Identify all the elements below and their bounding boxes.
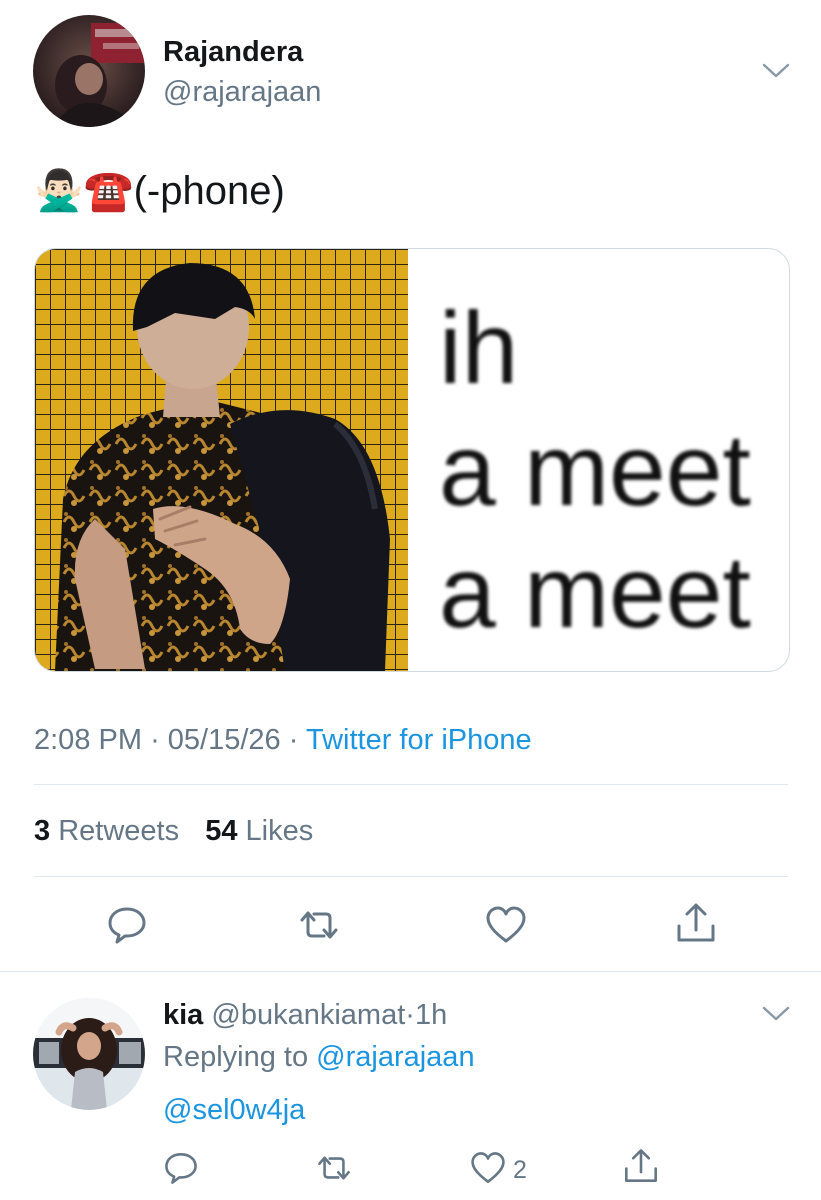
heart-icon	[469, 1150, 507, 1191]
separator-dot: ·	[288, 724, 299, 756]
chevron-down-icon[interactable]	[762, 1005, 790, 1028]
retweets-label: Retweets	[58, 815, 180, 847]
retweet-button[interactable]	[296, 904, 342, 951]
reply-retweet-button[interactable]	[314, 1150, 354, 1191]
reply-author-avatar[interactable]	[33, 998, 145, 1110]
reply-like-count: 2	[513, 1156, 527, 1184]
replying-to-link[interactable]: @rajarajaan	[316, 1041, 474, 1073]
heart-icon	[484, 904, 528, 951]
share-icon	[674, 900, 718, 951]
tweet-text: 🙅🏻‍♂️☎️(-phone)	[34, 169, 285, 213]
reply-handle[interactable]: @bukankiamat	[211, 999, 405, 1031]
tweet-meta: 2:08 PM · 05/15/26 · Twitter for iPhone	[34, 721, 532, 759]
reply-reply-button[interactable]	[163, 1150, 199, 1191]
likes-label: Likes	[245, 815, 314, 847]
reply-time[interactable]: 1h	[415, 999, 447, 1031]
tweet-date[interactable]: 05/15/26	[168, 724, 281, 756]
retweet-icon	[296, 904, 342, 951]
retweets-count: 3	[34, 815, 51, 847]
divider	[34, 876, 788, 877]
meme-line-1: ih	[439, 291, 519, 405]
replying-to-prefix: Replying to	[163, 1041, 309, 1073]
reply-button[interactable]	[106, 904, 148, 951]
author-handle[interactable]: @rajarajaan	[163, 74, 321, 110]
likes-stat[interactable]: 54 Likes	[205, 815, 313, 847]
like-button[interactable]	[484, 904, 528, 951]
separator-dot: ·	[405, 999, 415, 1031]
tweet-source-link[interactable]: Twitter for iPhone	[306, 724, 532, 756]
reply-mention-link[interactable]: @sel0w4ja	[163, 1092, 305, 1128]
reply-like-button[interactable]: 2	[469, 1150, 527, 1191]
reply-share-button[interactable]	[622, 1146, 660, 1191]
tweet-media-image[interactable]: ih a meet a meet	[34, 248, 790, 672]
reply-display-name[interactable]: kia	[163, 999, 203, 1031]
tweet-stats: 3 Retweets 54 Likes	[34, 813, 313, 849]
photo-panel	[35, 249, 408, 671]
divider	[34, 784, 788, 785]
divider	[0, 971, 821, 972]
share-button[interactable]	[674, 900, 718, 951]
author-avatar[interactable]	[33, 15, 145, 127]
separator-dot: ·	[150, 724, 160, 756]
reply-header: kia @bukankiamat·1h	[163, 997, 447, 1033]
share-icon	[622, 1146, 660, 1191]
meme-line-2: a meet	[439, 413, 751, 527]
author-display-name[interactable]: Rajandera	[163, 34, 303, 70]
reply-icon	[163, 1150, 199, 1191]
reply-icon	[106, 904, 148, 951]
retweets-stat[interactable]: 3 Retweets	[34, 815, 187, 847]
retweet-icon	[314, 1150, 354, 1191]
likes-count: 54	[205, 815, 238, 847]
meme-caption: ih a meet a meet	[439, 287, 751, 653]
replying-to-line: Replying to @rajarajaan	[163, 1039, 475, 1075]
tweet-time[interactable]: 2:08 PM	[34, 724, 142, 756]
chevron-down-icon[interactable]	[762, 62, 790, 85]
meme-line-3: a meet	[439, 535, 751, 649]
